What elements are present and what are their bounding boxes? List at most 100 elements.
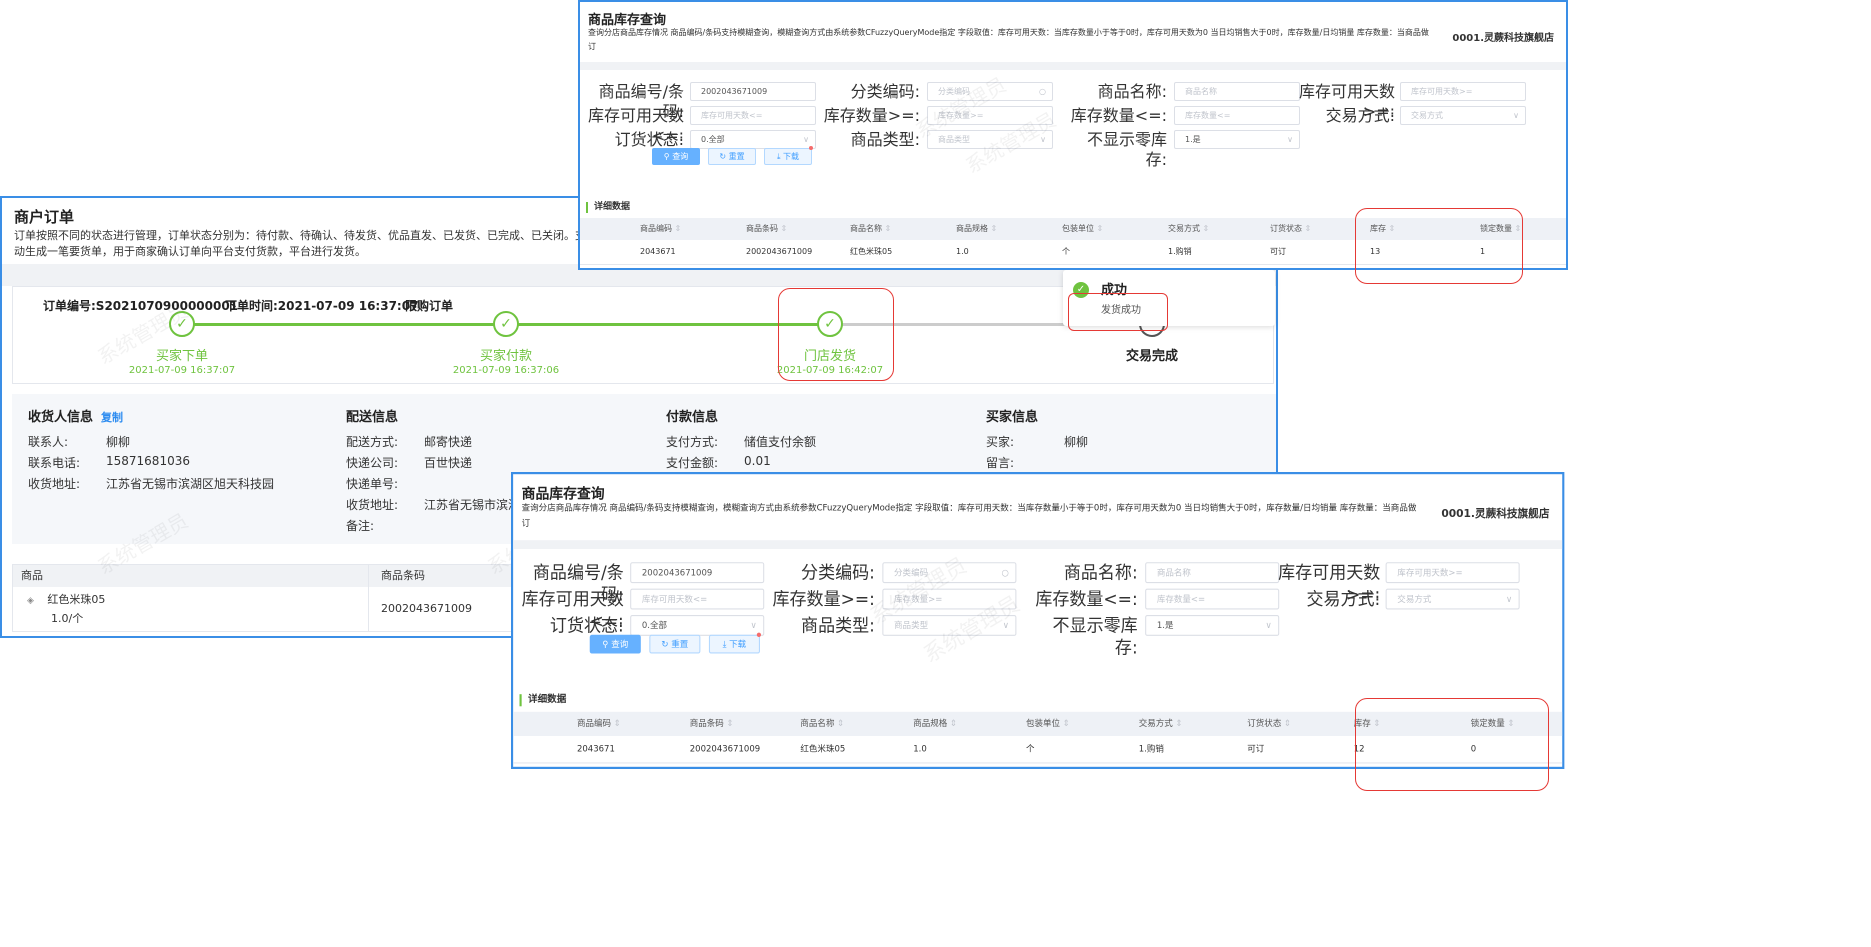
filter-input[interactable]: 分类编码 ○ [927,82,1053,101]
filter-input[interactable]: 库存数量<= [1145,588,1280,610]
page-description: 查询分店商品库存情况 商品编码/条码支持模糊查询，模糊查询方式由系统参数CFuz… [522,501,1421,532]
field-text: 库存数量>= [894,594,943,604]
column-header[interactable]: 订货状态 [1270,218,1311,240]
field-text: 交易方式 [1411,111,1443,120]
column-header[interactable]: 库存 [1370,218,1395,240]
column-header[interactable]: 商品条码 [690,712,734,736]
filter-select[interactable]: 0.全部 ∨ [630,615,765,636]
download-button[interactable]: ⤓ 下载 [764,146,813,165]
copy-link[interactable]: 复制 [101,411,123,424]
notification-dot [809,146,813,150]
field-text: 分类编码 [894,567,929,578]
inventory-query-window-after: 商品库存查询 查询分店商品库存情况 商品编码/条码支持模糊查询，模糊查询方式由系… [511,472,1565,769]
section-title: 付款信息 [666,410,719,425]
column-header[interactable]: 商品编码 [577,712,621,736]
column-header[interactable]: 包装单位 [1062,218,1103,240]
table-cell: 2043671 [576,743,615,754]
filter-input[interactable]: 商品名称 [1174,82,1300,101]
filter-select[interactable]: 1.是 ∨ [1145,615,1280,636]
chevron-down-icon: ∨ [1287,135,1293,144]
check-icon: ✓ [493,311,519,337]
field-text: 库存数量<= [1185,111,1231,120]
filter-select[interactable]: 1.是 ∨ [1174,130,1300,149]
info-key: 备注: [346,519,375,533]
field-label: 交易方式: [1306,588,1381,610]
filter-select[interactable]: 商品类型 ∨ [882,615,1017,636]
filter-select[interactable]: 交易方式 ∨ [1400,106,1526,125]
table-cell: 1.购销 [1138,743,1164,754]
table-cell: 0 [1470,743,1477,754]
download-button[interactable]: ⤓ 下载 [708,632,762,654]
field-label: 不显示零库存: [1052,615,1138,658]
column-header[interactable]: 锁定数量 [1480,218,1521,240]
filter-input[interactable]: 库存可用天数<= [690,106,816,125]
button-label: 下载 [783,152,800,161]
filter-input[interactable]: 2002043671009 [630,562,765,584]
filter-input[interactable]: 库存数量>= [927,106,1053,125]
info-key: 配送方式: [346,435,399,449]
filter-input[interactable]: 库存可用天数>= [1385,562,1520,584]
field-text: 库存可用天数>= [1397,567,1463,578]
order-number: 订单编号:S2021070900000001 [43,299,239,313]
column-header[interactable]: 商品编码 [640,218,681,240]
column-header[interactable]: 商品规格 [913,712,957,736]
button-label: 下载 [729,639,747,650]
button-label: 查询 [672,152,689,161]
info-key: 快递单号: [346,477,399,491]
filter-select[interactable]: 商品类型 ∨ [927,130,1053,149]
filter-select[interactable]: 交易方式 ∨ [1385,588,1520,610]
success-toast: ✓ 成功 发货成功 [1063,270,1275,326]
section-title: 买家信息 [986,410,1039,425]
info-value: 柳柳 [106,435,131,449]
info-value: 江苏省无锡市滨湖 [424,498,521,512]
table-cell: 2002043671009 [746,247,813,256]
info-key: 联系人: [28,435,69,449]
query-button[interactable]: ⚲ 查询 [652,148,700,165]
column-header[interactable]: 商品条码 [746,218,787,240]
column-header[interactable]: 锁定数量 [1471,712,1515,736]
filter-input[interactable]: 库存可用天数>= [1400,82,1526,101]
table-header: 商品编码 商品条码 商品名称 商品规格 包装单位 交易方式 订货状态 库存 锁定数量 [513,711,1563,736]
info-row: 快递公司: 百世快递 [346,454,520,475]
column-header[interactable]: 商品名称 [850,218,891,240]
field-label: 库存数量<=: [1070,106,1167,125]
reset-button[interactable]: ↻ 重置 [649,634,701,654]
filter-input[interactable]: 库存数量<= [1174,106,1300,125]
button-label: 查询 [611,639,629,650]
field-label: 不显示零库存: [1086,130,1167,169]
table-row[interactable]: 2043671 2002043671009 红色米珠05 1.0 个 1.购销 可订 13 1 [580,241,1566,265]
inventory-query-window-before: 商品库存查询 查询分店商品库存情况 商品编码/条码支持模糊查询，模糊查询方式由系… [578,0,1568,270]
search-icon: ⚲ [663,152,673,161]
field-text: 交易方式 [1397,594,1432,604]
filter-select[interactable]: 0.全部 ∨ [690,130,816,149]
filter-input[interactable]: 库存可用天数<= [630,588,765,610]
column-header[interactable]: 交易方式 [1139,712,1183,736]
info-key: 买家: [986,435,1015,449]
column-header[interactable]: 库存 [1354,712,1381,736]
success-check-icon: ✓ [1073,282,1089,298]
column-header[interactable]: 商品规格 [956,218,997,240]
step-date: 2021-07-09 16:37:07 [128,365,236,376]
filter-input[interactable]: 2002043671009 [690,82,816,101]
column-header[interactable]: 包装单位 [1026,712,1070,736]
column-header[interactable]: 交易方式 [1168,218,1209,240]
field-label: 商品类型: [850,130,920,149]
search-icon: ○ [1001,567,1009,578]
field-text: 商品名称 [1185,87,1217,96]
column-header[interactable]: 订货状态 [1247,712,1291,736]
query-button[interactable]: ⚲ 查询 [589,634,641,654]
table-cell: 个 [1062,247,1070,256]
filter-input[interactable]: 分类编码 ○ [882,562,1017,584]
info-row: 快递单号: [346,475,520,496]
step-label: 买家下单 [155,349,208,364]
filter-input[interactable]: 商品名称 [1145,562,1280,584]
info-value: 15871681036 [106,454,190,468]
table-cell: 1.0 [956,247,969,256]
field-label: 商品类型: [801,615,875,636]
reset-button[interactable]: ↻ 重置 [708,148,756,165]
filter-input[interactable]: 库存数量>= [882,588,1017,610]
table-row[interactable]: 2043671 2002043671009 红色米珠05 1.0 个 1.购销 可订 12 0 [513,737,1563,764]
column-header[interactable]: 商品名称 [800,712,844,736]
page-description: 查询分店商品库存情况 商品编码/条码支持模糊查询，模糊查询方式由系统参数CFuz… [588,26,1433,54]
field-label: 分类编码: [801,562,875,584]
